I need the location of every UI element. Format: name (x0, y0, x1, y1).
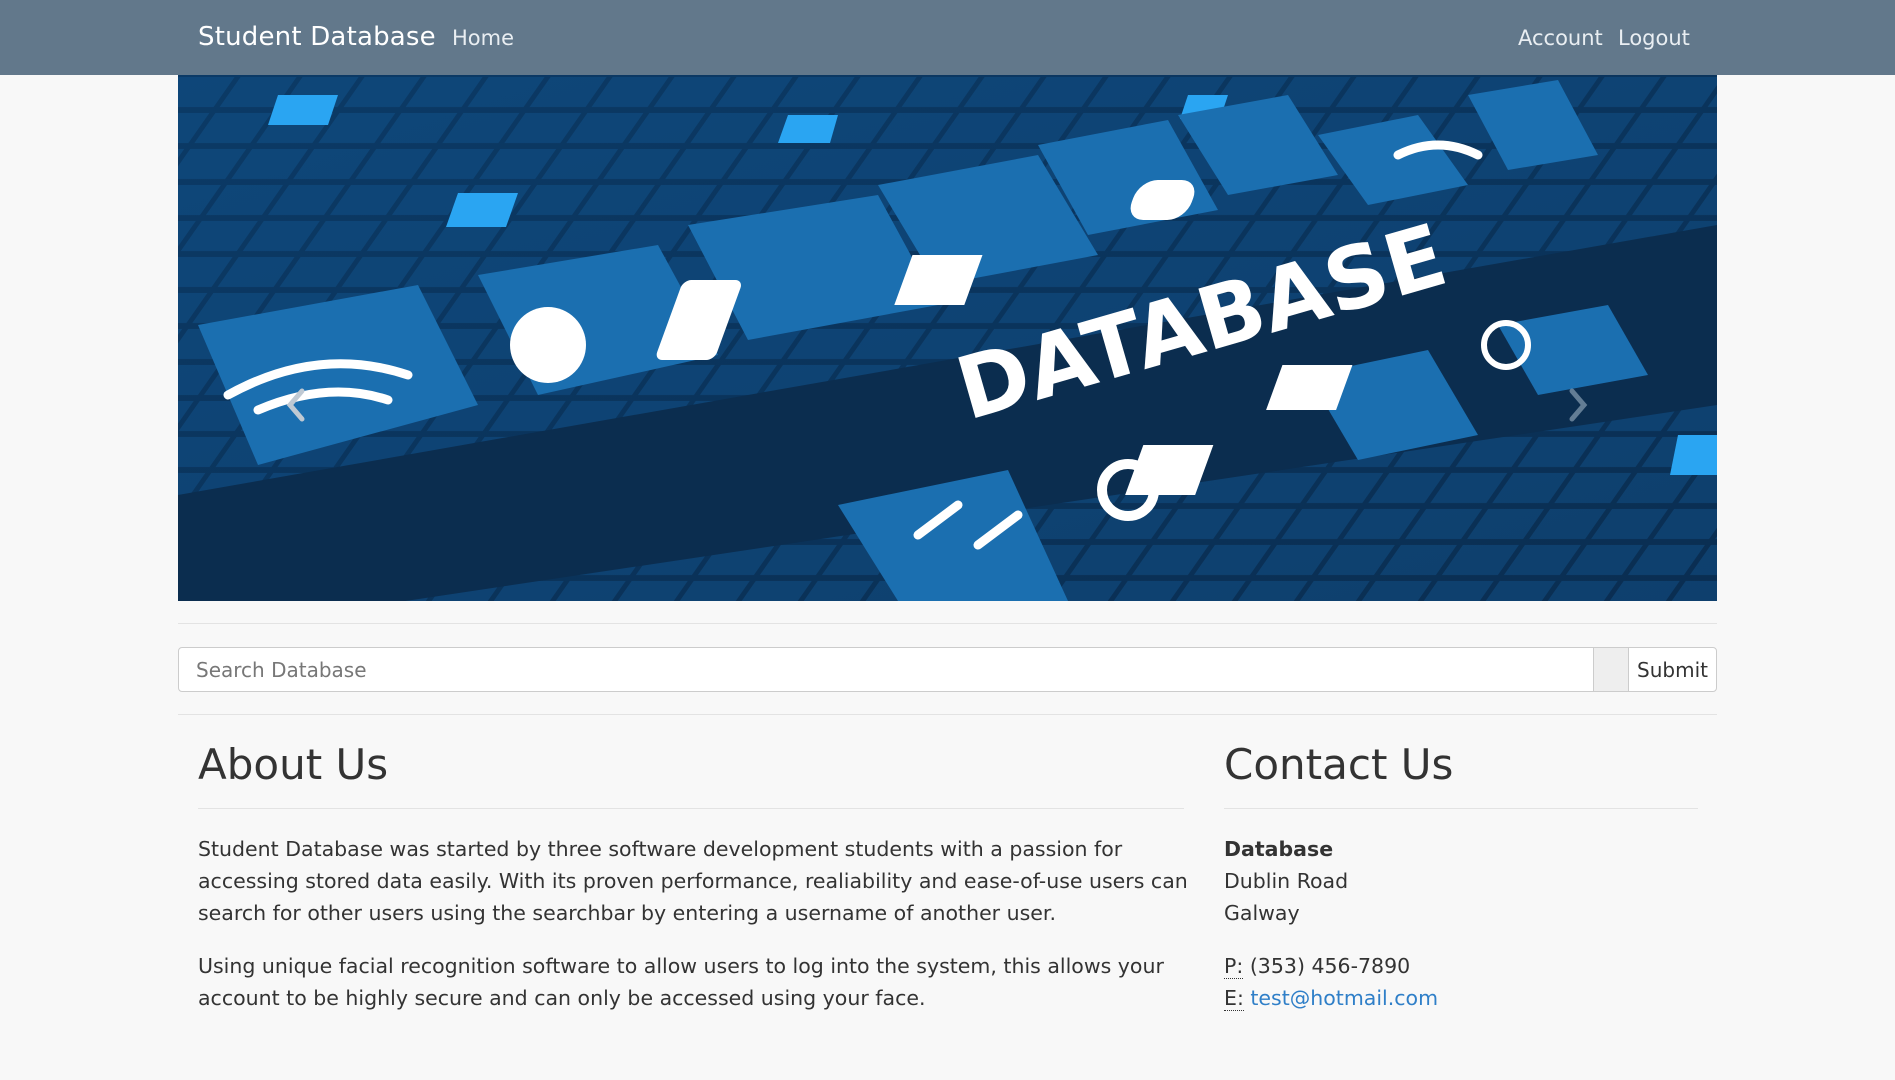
contact-address: Database Dublin Road Galway (1224, 833, 1694, 929)
contact-phone: (353) 456-7890 (1249, 954, 1411, 978)
contact-email-row: E: test@hotmail.com (1224, 982, 1694, 1014)
contact-details: P: (353) 456-7890 E: test@hotmail.com (1224, 950, 1694, 1014)
chevron-left-icon (286, 388, 305, 422)
contact-street: Dublin Road (1224, 869, 1349, 893)
brand-link[interactable]: Student Database (198, 22, 436, 52)
nav-home-link[interactable]: Home (452, 26, 514, 50)
search-addon (1594, 647, 1629, 692)
carousel-next-button[interactable] (1558, 375, 1598, 435)
search-input[interactable] (178, 647, 1594, 692)
contact-city: Galway (1224, 901, 1300, 925)
contact-email-link[interactable]: test@hotmail.com (1250, 986, 1438, 1010)
contact-title: Contact Us (1224, 740, 1454, 789)
contact-org: Database (1224, 837, 1334, 861)
submit-button[interactable]: Submit (1628, 647, 1717, 692)
database-banner-image: DATABASE (178, 75, 1717, 601)
contact-divider (1224, 808, 1698, 809)
about-paragraph-1: Student Database was started by three so… (198, 837, 1188, 925)
email-label: E: (1224, 986, 1244, 1011)
navbar: Student Database Home Account Logout (0, 0, 1895, 75)
about-paragraph-2: Using unique facial recognition software… (198, 954, 1164, 1010)
hero-carousel: DATABASE (178, 75, 1717, 601)
nav-logout-link[interactable]: Logout (1618, 26, 1690, 50)
about-title: About Us (198, 740, 389, 789)
divider (178, 623, 1717, 624)
carousel-prev-button[interactable] (276, 375, 316, 435)
about-divider (198, 808, 1184, 809)
phone-label: P: (1224, 954, 1244, 979)
chevron-right-icon (1569, 388, 1588, 422)
divider (178, 714, 1717, 715)
nav-account-link[interactable]: Account (1518, 26, 1603, 50)
contact-phone-row: P: (353) 456-7890 (1224, 950, 1694, 982)
